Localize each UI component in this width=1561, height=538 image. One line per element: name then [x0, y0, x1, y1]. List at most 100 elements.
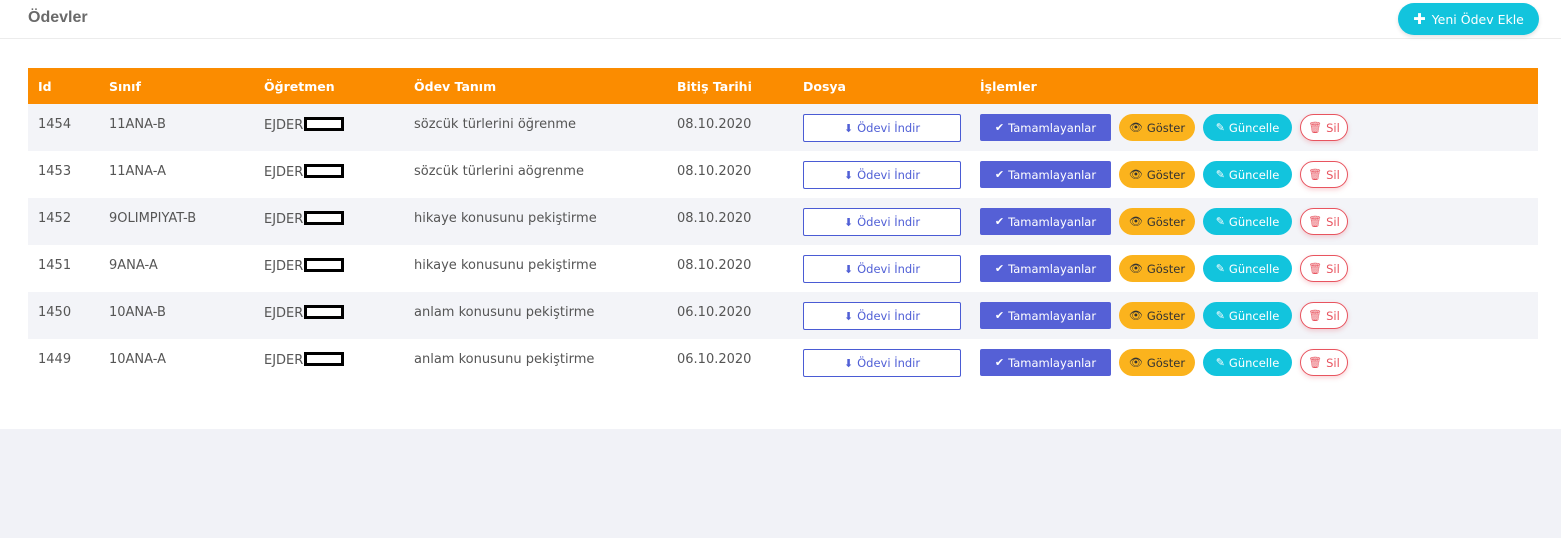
cell-due-date: 08.10.2020: [677, 164, 752, 179]
completed-button[interactable]: ✔ Tamamlayanlar: [980, 349, 1111, 376]
cell-actions: ✔ Tamamlayanlar 👁 Göster ✎ Güncelle 🗑 Si…: [970, 245, 1538, 292]
update-button[interactable]: ✎ Güncelle: [1203, 255, 1292, 282]
cell-teacher: EJDER: [254, 198, 404, 245]
check-icon: ✔: [994, 215, 1005, 228]
update-button[interactable]: ✎ Güncelle: [1203, 161, 1292, 188]
completed-label: Tamamlayanlar: [1008, 308, 1097, 323]
cell-file: ⬇ Ödevi İndir: [793, 339, 970, 386]
add-assignment-button[interactable]: ✚ Yeni Ödev Ekle: [1398, 3, 1539, 35]
col-file: Dosya: [803, 78, 846, 94]
download-icon: ⬇: [843, 168, 854, 182]
edit-icon: ✎: [1215, 356, 1225, 369]
show-button[interactable]: 👁 Göster: [1119, 161, 1195, 188]
show-button[interactable]: 👁 Göster: [1119, 255, 1195, 282]
show-button[interactable]: 👁 Göster: [1119, 349, 1195, 376]
delete-button[interactable]: 🗑 Sil: [1300, 302, 1348, 329]
cell-file: ⬇ Ödevi İndir: [793, 104, 970, 151]
eye-icon: 👁: [1128, 262, 1143, 275]
check-icon: ✔: [994, 356, 1005, 369]
cell-id: 1449: [38, 352, 72, 367]
redacted-box: [304, 258, 345, 272]
action-buttons: ✔ Tamamlayanlar 👁 Göster ✎ Güncelle 🗑 Si…: [980, 114, 1538, 141]
eye-icon: 👁: [1128, 121, 1143, 134]
cell-class: 9ANA-A: [109, 258, 158, 273]
cell-id: 1450: [38, 305, 72, 320]
update-button[interactable]: ✎ Güncelle: [1203, 302, 1292, 329]
cell-description: anlam konusunu pekiştirme: [414, 305, 595, 320]
download-label: Ödevi İndir: [857, 356, 921, 370]
download-assignment-button[interactable]: ⬇ Ödevi İndir: [803, 349, 961, 377]
cell-teacher: EJDER: [254, 292, 404, 339]
show-label: Göster: [1146, 214, 1186, 229]
download-assignment-button[interactable]: ⬇ Ödevi İndir: [803, 114, 961, 142]
show-button[interactable]: 👁 Göster: [1119, 114, 1195, 141]
download-assignment-button[interactable]: ⬇ Ödevi İndir: [803, 302, 961, 330]
download-icon: ⬇: [843, 215, 854, 229]
delete-button[interactable]: 🗑 Sil: [1300, 255, 1348, 282]
update-label: Güncelle: [1228, 120, 1280, 135]
cell-description: sözcük türlerini öğrenme: [414, 117, 576, 132]
download-assignment-button[interactable]: ⬇ Ödevi İndir: [803, 161, 961, 189]
update-button[interactable]: ✎ Güncelle: [1203, 208, 1292, 235]
cell-file: ⬇ Ödevi İndir: [793, 245, 970, 292]
completed-label: Tamamlayanlar: [1008, 120, 1097, 135]
delete-button[interactable]: 🗑 Sil: [1300, 208, 1348, 235]
completed-button[interactable]: ✔ Tamamlayanlar: [980, 114, 1111, 141]
cell-class: 10ANA-A: [109, 352, 167, 367]
completed-label: Tamamlayanlar: [1008, 261, 1097, 276]
show-button[interactable]: 👁 Göster: [1119, 208, 1195, 235]
table-row: 1450 10ANA-B EJDER anlam konusunu pekişt…: [28, 292, 1538, 339]
show-label: Göster: [1146, 261, 1186, 276]
delete-label: Sil: [1326, 214, 1340, 229]
page-title: Ödevler: [28, 9, 88, 26]
col-class: Sınıf: [109, 78, 141, 94]
action-buttons: ✔ Tamamlayanlar 👁 Göster ✎ Güncelle 🗑 Si…: [980, 255, 1538, 282]
download-label: Ödevi İndir: [857, 309, 921, 323]
action-buttons: ✔ Tamamlayanlar 👁 Göster ✎ Güncelle 🗑 Si…: [980, 302, 1538, 329]
cell-due-date: 06.10.2020: [677, 305, 752, 320]
trash-icon: 🗑: [1308, 121, 1323, 134]
completed-label: Tamamlayanlar: [1008, 214, 1097, 229]
show-button[interactable]: 👁 Göster: [1119, 302, 1195, 329]
completed-label: Tamamlayanlar: [1008, 355, 1097, 370]
teacher-name: EJDER: [264, 353, 304, 368]
table-row: 1453 11ANA-A EJDER sözcük türlerini aögr…: [28, 151, 1538, 198]
delete-button[interactable]: 🗑 Sil: [1300, 114, 1348, 141]
action-buttons: ✔ Tamamlayanlar 👁 Göster ✎ Güncelle 🗑 Si…: [980, 349, 1538, 376]
table-row: 1452 9OLIMPIYAT-B EJDER hikaye konusunu …: [28, 198, 1538, 245]
download-assignment-button[interactable]: ⬇ Ödevi İndir: [803, 208, 961, 236]
assignments-card: Ödevler ✚ Yeni Ödev Ekle Id Sınıf Öğretm…: [0, 0, 1561, 429]
download-label: Ödevi İndir: [857, 262, 921, 276]
update-button[interactable]: ✎ Güncelle: [1203, 114, 1292, 141]
download-label: Ödevi İndir: [857, 121, 921, 135]
teacher-name: EJDER: [264, 306, 304, 321]
col-teacher: Öğretmen: [264, 78, 335, 94]
download-label: Ödevi İndir: [857, 168, 921, 182]
cell-class: 10ANA-B: [109, 305, 166, 320]
completed-button[interactable]: ✔ Tamamlayanlar: [980, 208, 1111, 235]
cell-actions: ✔ Tamamlayanlar 👁 Göster ✎ Güncelle 🗑 Si…: [970, 104, 1538, 151]
eye-icon: 👁: [1128, 309, 1143, 322]
completed-button[interactable]: ✔ Tamamlayanlar: [980, 255, 1111, 282]
redacted-box: [304, 211, 345, 225]
table-row: 1451 9ANA-A EJDER hikaye konusunu pekişt…: [28, 245, 1538, 292]
download-icon: ⬇: [843, 309, 854, 323]
download-assignment-button[interactable]: ⬇ Ödevi İndir: [803, 255, 961, 283]
completed-button[interactable]: ✔ Tamamlayanlar: [980, 302, 1111, 329]
update-button[interactable]: ✎ Güncelle: [1203, 349, 1292, 376]
cell-description: anlam konusunu pekiştirme: [414, 352, 595, 367]
show-label: Göster: [1146, 167, 1186, 182]
completed-button[interactable]: ✔ Tamamlayanlar: [980, 161, 1111, 188]
eye-icon: 👁: [1128, 356, 1143, 369]
edit-icon: ✎: [1215, 309, 1225, 322]
show-label: Göster: [1146, 355, 1186, 370]
completed-label: Tamamlayanlar: [1008, 167, 1097, 182]
cell-teacher: EJDER: [254, 245, 404, 292]
delete-button[interactable]: 🗑 Sil: [1300, 161, 1348, 188]
table-row: 1454 11ANA-B EJDER sözcük türlerini öğre…: [28, 104, 1538, 151]
table-row: 1449 10ANA-A EJDER anlam konusunu pekişt…: [28, 339, 1538, 386]
download-icon: ⬇: [843, 262, 854, 276]
delete-button[interactable]: 🗑 Sil: [1300, 349, 1348, 376]
col-id: Id: [38, 78, 52, 94]
cell-class: 11ANA-A: [109, 164, 167, 179]
